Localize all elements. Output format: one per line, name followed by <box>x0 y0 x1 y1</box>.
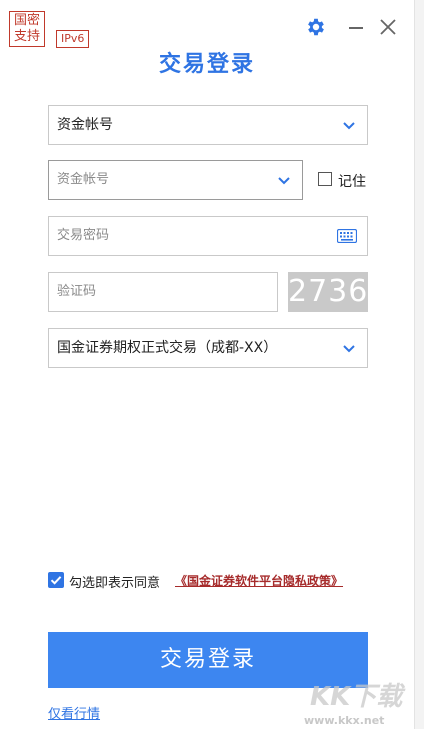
captcha-input[interactable]: 验证码 <box>48 272 278 312</box>
window-edge <box>415 0 424 729</box>
guomi-badge-line1: 国密 <box>13 13 40 28</box>
checkmark-icon <box>50 576 62 585</box>
chevron-down-icon <box>343 122 355 130</box>
chevron-down-icon <box>343 345 355 353</box>
guomi-support-badge: 国密 支持 <box>9 11 45 47</box>
server-value: 国金证券期权正式交易（成都-XX） <box>57 340 278 356</box>
remember-checkbox[interactable] <box>318 172 332 186</box>
minimize-icon[interactable] <box>347 16 365 38</box>
gear-icon[interactable] <box>305 16 327 38</box>
agreement-checkbox[interactable] <box>48 572 64 588</box>
captcha-image[interactable]: 2736 <box>288 272 368 312</box>
remember-label[interactable]: 记住 <box>338 171 366 191</box>
account-input[interactable]: 资金帐号 <box>48 160 303 200</box>
server-select[interactable]: 国金证券期权正式交易（成都-XX） <box>48 328 368 368</box>
keyboard-icon[interactable] <box>337 229 357 243</box>
privacy-policy-link[interactable]: 《国金证券软件平台隐私政策》 <box>175 572 343 589</box>
agreement-text: 勾选即表示同意 <box>69 576 161 591</box>
account-placeholder: 资金帐号 <box>57 172 110 187</box>
login-button[interactable]: 交易登录 <box>48 632 368 688</box>
view-quotes-link[interactable]: 仅看行情 <box>48 703 100 722</box>
captcha-placeholder: 验证码 <box>57 284 97 299</box>
account-type-value: 资金帐号 <box>57 117 113 133</box>
password-placeholder: 交易密码 <box>57 228 110 243</box>
close-icon[interactable] <box>378 16 398 38</box>
guomi-badge-line2: 支持 <box>13 29 40 44</box>
page-title: 交易登录 <box>158 52 255 77</box>
chevron-down-icon[interactable] <box>277 174 291 188</box>
account-type-select[interactable]: 资金帐号 <box>48 105 368 145</box>
password-input[interactable]: 交易密码 <box>48 216 368 256</box>
login-window: 国密 支持 IPv6 交易登录 资金帐号 资金帐号 记住 交易密码 验证码 27… <box>0 0 415 729</box>
